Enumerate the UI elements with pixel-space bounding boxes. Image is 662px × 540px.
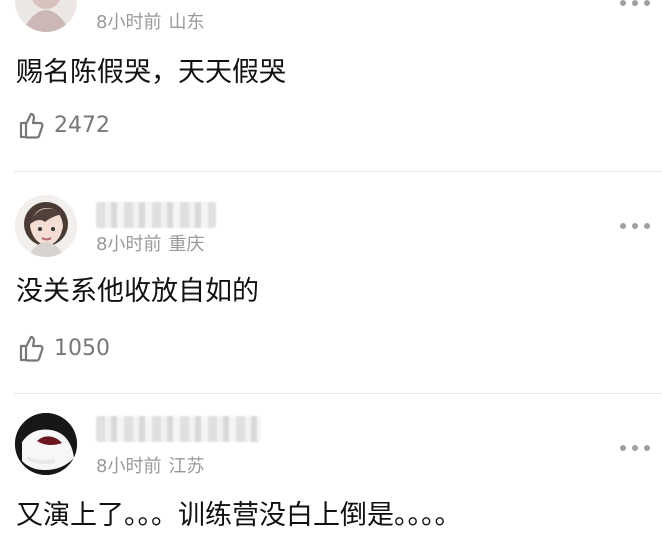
blurred-white-figure-avatar-icon	[15, 413, 77, 475]
comment-meta: 8小时前 江苏	[96, 456, 204, 478]
comment-text: 又演上了。。。训练营没白上倒是。。。。	[16, 500, 462, 531]
comment-feed: 8小时前 山东 赐名陈假哭，天天假哭 2472 8小时前 重庆 没关系他收放自如…	[0, 0, 662, 540]
more-options-icon[interactable]	[620, 441, 650, 455]
cartoon-girl-avatar-icon	[15, 195, 77, 257]
dot-icon	[620, 0, 626, 6]
comment-item: 8小时前 江苏 又演上了。。。训练营没白上倒是。。。。	[0, 394, 662, 540]
like-button[interactable]: 1050	[15, 331, 110, 365]
comment-location: 山东	[168, 12, 205, 33]
comment-time: 8小时前	[96, 456, 162, 477]
comment-item: 8小时前 山东 赐名陈假哭，天天假哭 2472	[0, 0, 662, 172]
comment-meta: 8小时前 重庆	[96, 234, 204, 256]
blurred-username	[96, 416, 261, 442]
dot-icon	[644, 445, 650, 451]
dot-icon	[620, 445, 626, 451]
user-avatar[interactable]	[15, 195, 77, 257]
blurred-profile-avatar-icon	[15, 0, 77, 32]
thumbs-up-icon	[19, 112, 44, 139]
comment-text: 赐名陈假哭，天天假哭	[16, 57, 286, 88]
dot-icon	[632, 223, 638, 229]
dot-icon	[620, 223, 626, 229]
more-options-icon[interactable]	[620, 219, 650, 233]
comment-location: 江苏	[168, 456, 205, 477]
comment-time: 8小时前	[96, 12, 162, 33]
comment-location: 重庆	[168, 234, 205, 255]
more-options-icon[interactable]	[620, 0, 650, 10]
like-count: 1050	[54, 335, 110, 361]
like-button[interactable]: 2472	[15, 108, 110, 142]
dot-icon	[644, 223, 650, 229]
comment-item: 8小时前 重庆 没关系他收放自如的 1050	[0, 172, 662, 394]
dot-icon	[632, 0, 638, 6]
like-count: 2472	[54, 112, 110, 138]
dot-icon	[632, 445, 638, 451]
user-avatar[interactable]	[15, 0, 77, 32]
comment-meta: 8小时前 山东	[96, 12, 204, 34]
comment-time: 8小时前	[96, 234, 162, 255]
thumbs-up-icon	[19, 335, 44, 362]
user-avatar[interactable]	[15, 413, 77, 475]
blurred-username	[96, 202, 216, 228]
dot-icon	[644, 0, 650, 6]
comment-text: 没关系他收放自如的	[16, 276, 259, 307]
